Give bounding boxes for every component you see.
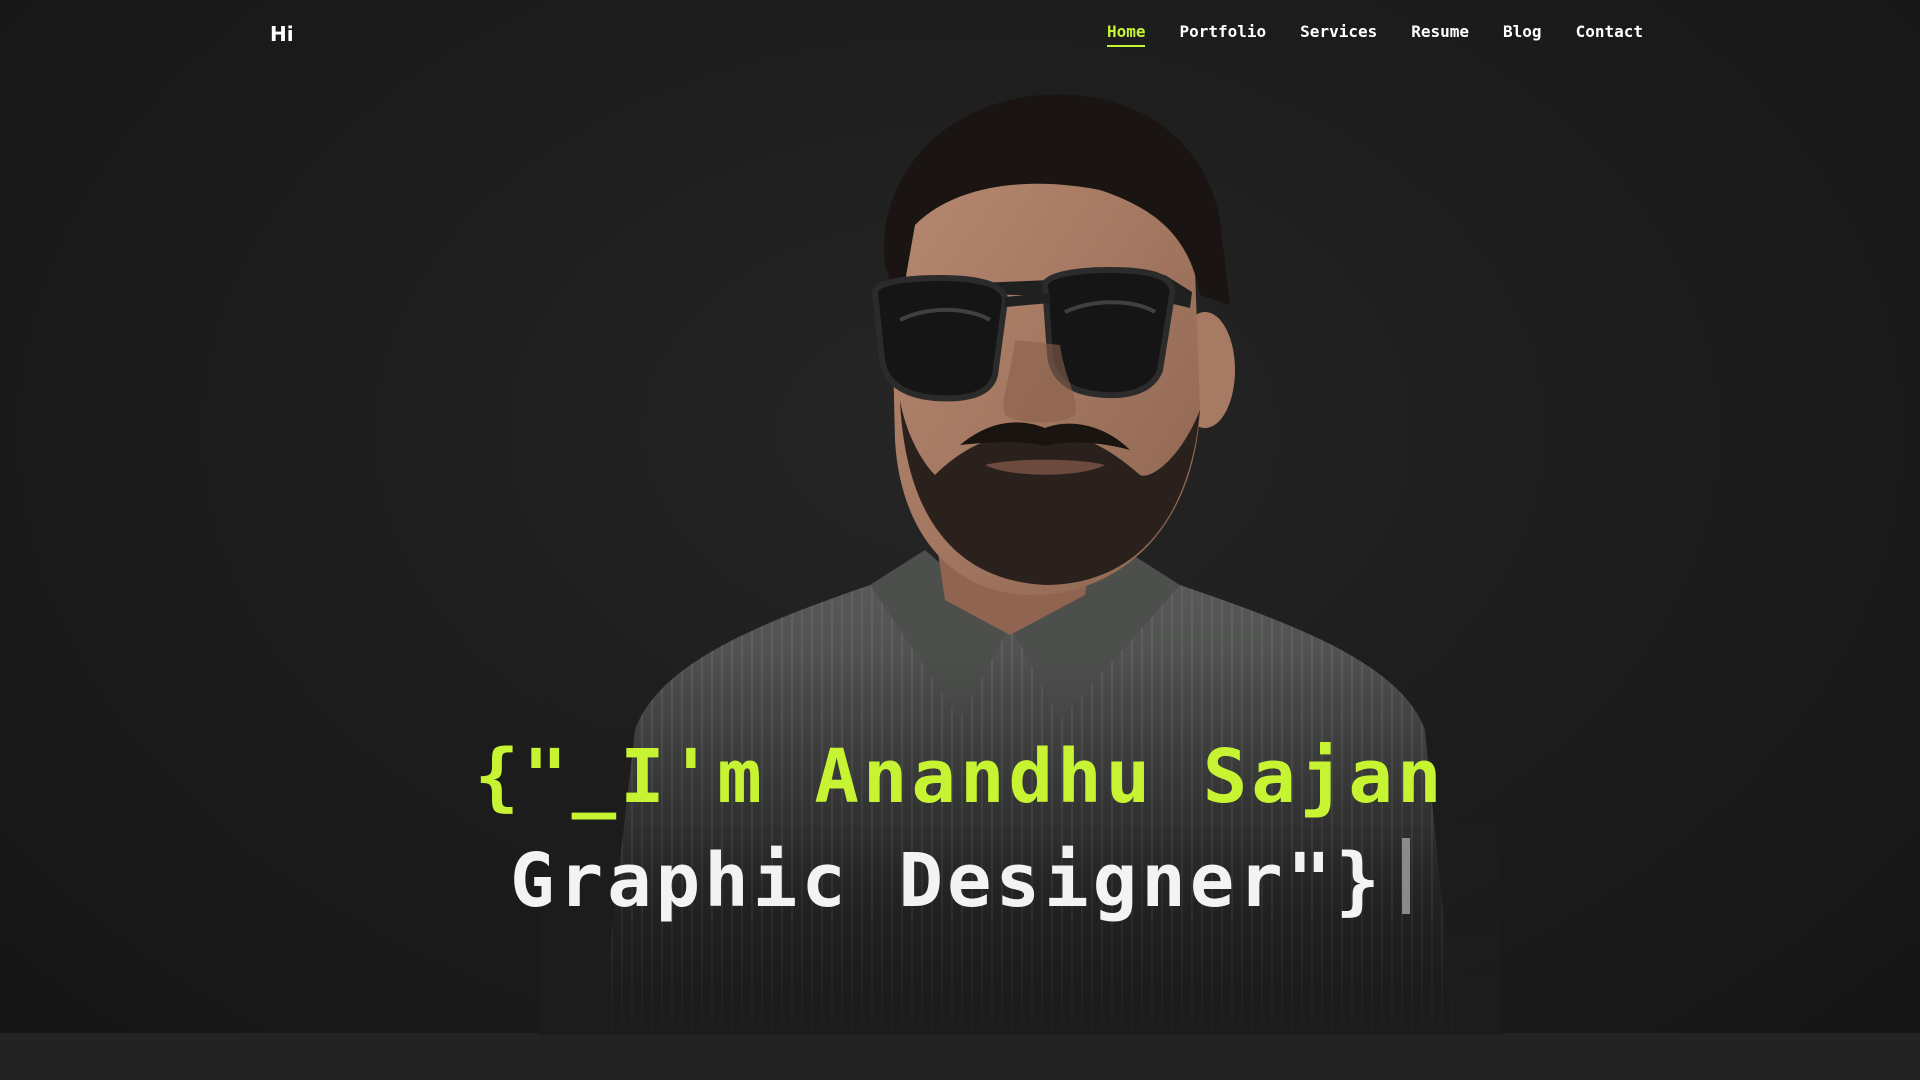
site-header: Hi Home Portfolio Services Resume Blog C… (0, 0, 1920, 72)
nav-item-portfolio: Portfolio (1179, 22, 1266, 47)
nav-list: Home Portfolio Services Resume Blog Cont… (1106, 22, 1643, 47)
hero-heading-line-2: Graphic Designer"} (0, 836, 1920, 926)
hero-page: Hi Home Portfolio Services Resume Blog C… (0, 0, 1920, 1080)
site-logo[interactable]: Hi (270, 22, 294, 46)
nav-link-resume[interactable]: Resume (1411, 22, 1469, 47)
nav-item-contact: Contact (1576, 22, 1643, 47)
nav-item-home: Home (1106, 22, 1146, 47)
nav-link-portfolio[interactable]: Portfolio (1179, 22, 1266, 47)
text-cursor-icon (1401, 838, 1410, 914)
nav-link-contact[interactable]: Contact (1576, 22, 1643, 47)
nav-link-services[interactable]: Services (1300, 22, 1377, 47)
nav-item-resume: Resume (1411, 22, 1469, 47)
hero-heading-line-2-text: Graphic Designer"} (510, 838, 1384, 924)
section-divider (0, 1033, 1920, 1080)
nav-link-home[interactable]: Home (1106, 22, 1146, 47)
hero-heading-line-1: {"_I'm Anandhu Sajan (474, 734, 1446, 820)
nav-link-blog[interactable]: Blog (1503, 22, 1542, 47)
nav-item-services: Services (1300, 22, 1377, 47)
nav-item-blog: Blog (1503, 22, 1542, 47)
